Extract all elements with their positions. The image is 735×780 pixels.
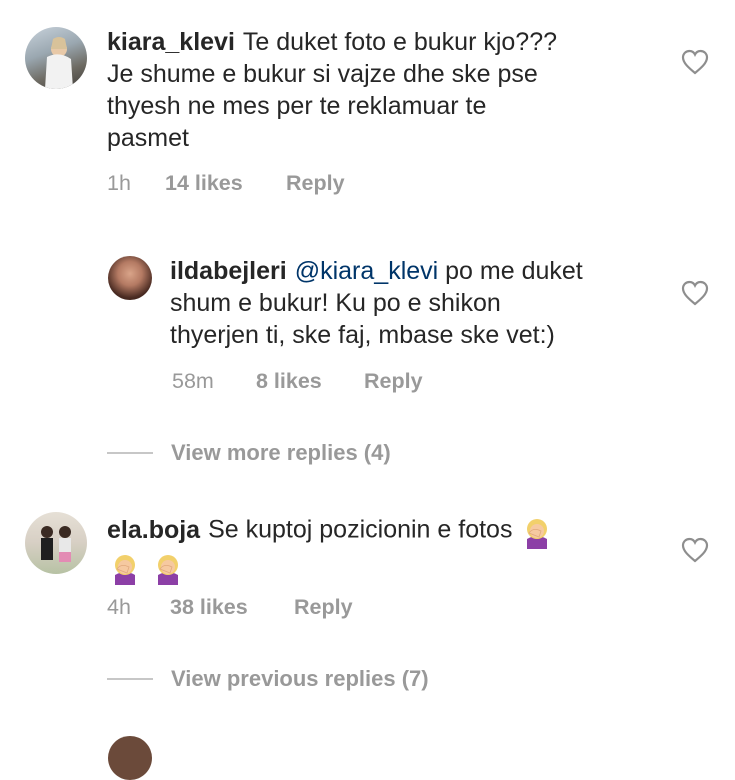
comment-text: kiara_klevi Te duket foto e bukur kjo??? …	[107, 28, 558, 152]
likes-count[interactable]: 14 likes	[165, 171, 286, 196]
comment-text: ildabejleri @kiara_klevi po me duket shum…	[170, 257, 583, 349]
view-previous-replies-button[interactable]: View previous replies (7)	[107, 666, 429, 692]
username[interactable]: kiara_klevi	[107, 28, 235, 56]
timestamp[interactable]: 1h	[107, 171, 165, 196]
comment-ela: ela.boja Se kuptoj pozicionin e fotos 4h …	[0, 500, 735, 640]
comment-meta: 1h 14 likes Reply	[107, 171, 345, 196]
username[interactable]: ela.boja	[107, 516, 200, 544]
woman-facepalming-emoji	[519, 513, 555, 549]
comment-meta: 58m 8 likes Reply	[172, 369, 423, 394]
timestamp[interactable]: 4h	[107, 595, 170, 620]
reply-button[interactable]: Reply	[364, 369, 423, 394]
avatar[interactable]	[25, 512, 87, 574]
mention-link[interactable]: @kiara_klevi	[295, 257, 438, 285]
divider	[107, 678, 153, 680]
divider	[107, 452, 153, 454]
avatar[interactable]	[25, 27, 87, 89]
comment-text: ela.boja Se kuptoj pozicionin e fotos	[107, 513, 667, 585]
comment-meta: 4h 38 likes Reply	[107, 595, 353, 620]
woman-facepalming-emoji	[107, 549, 143, 585]
likes-count[interactable]: 38 likes	[170, 595, 294, 620]
timestamp[interactable]: 58m	[172, 369, 256, 394]
avatar[interactable]	[108, 256, 152, 300]
like-heart-icon[interactable]	[681, 49, 709, 75]
comment-kiara: kiara_klevi Te duket foto e bukur kjo??? …	[0, 0, 735, 210]
like-heart-icon[interactable]	[681, 537, 709, 563]
like-heart-icon[interactable]	[681, 280, 709, 306]
woman-facepalming-emoji	[150, 549, 186, 585]
reply-button[interactable]: Reply	[286, 171, 345, 196]
avatar[interactable]	[108, 736, 152, 780]
view-more-replies-button[interactable]: View more replies (4)	[107, 440, 391, 466]
username[interactable]: ildabejleri	[170, 257, 287, 285]
reply-button[interactable]: Reply	[294, 595, 353, 620]
likes-count[interactable]: 8 likes	[256, 369, 364, 394]
reply-ildabejleri: ildabejleri @kiara_klevi po me duket shum…	[0, 240, 735, 410]
